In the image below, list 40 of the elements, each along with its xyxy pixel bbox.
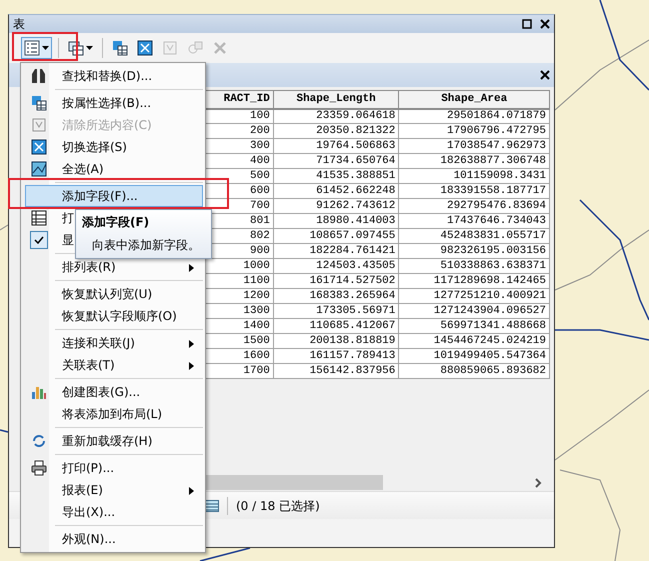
table-cell: 1271243904.096527 [398, 304, 550, 318]
table-cell: 1171289698.142465 [398, 274, 550, 288]
table-cell: 510338863.638371 [398, 258, 550, 274]
table-cell: 161714.527502 [273, 274, 399, 288]
table-cell: 1277251210.400921 [398, 288, 550, 304]
table-cell: 182284.761421 [273, 244, 399, 258]
table-cell: 452483831.055717 [398, 228, 550, 244]
table-cell: 17437646.734043 [398, 214, 550, 228]
tooltip-title: 添加字段(F) [82, 214, 150, 231]
table-cell: 569971341.488668 [398, 318, 550, 334]
table-cell: 18980.414003 [273, 214, 399, 228]
table-cell: 173305.56971 [273, 304, 399, 318]
table-cell: 61452.662248 [273, 184, 399, 198]
table-cell: 108657.097455 [273, 228, 399, 244]
table-cell: 982326195.003156 [398, 244, 550, 258]
window-title: 表 [13, 16, 25, 33]
table-cell: 182638877.306748 [398, 154, 550, 168]
table-cell: 101159098.3431 [398, 168, 550, 184]
table-cell: 1454467245.024219 [398, 334, 550, 348]
table-cell: 880859065.893682 [398, 364, 550, 378]
table-cell: 161157.789413 [273, 348, 399, 364]
table-cell: 200138.818819 [273, 334, 399, 348]
table-cell: 23359.064618 [273, 108, 399, 124]
table-cell: 29501864.071879 [398, 108, 550, 124]
table-cell: 156142.837956 [273, 364, 399, 378]
table-cell: 19764.506863 [273, 138, 399, 154]
table-cell: 17906796.472795 [398, 124, 550, 138]
tooltip-text: 向表中添加新字段。 [91, 237, 201, 254]
table-cell: 124503.43505 [273, 258, 399, 274]
table-cell: 41535.388851 [273, 168, 399, 184]
selection-count: (0 / 18 已选择) [236, 498, 320, 514]
table-cell: 168383.265964 [273, 288, 399, 304]
table-cell: 110685.412067 [273, 318, 399, 334]
table-cell: 17038547.962973 [398, 138, 550, 154]
table-cell: 1019499405.547364 [398, 348, 550, 364]
table-cell: 20350.821322 [273, 124, 399, 138]
table-cell: 71734.650764 [273, 154, 399, 168]
table-cell: 183391558.187717 [398, 184, 550, 198]
table-cell: 91262.743612 [273, 198, 399, 214]
table-cell: 292795476.83694 [398, 198, 550, 214]
